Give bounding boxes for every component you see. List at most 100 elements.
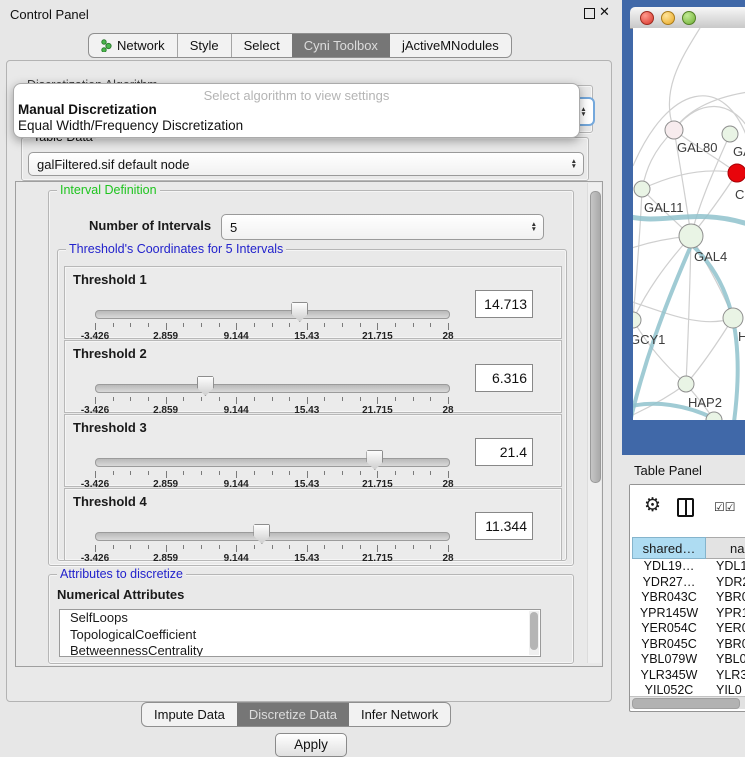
settings-scroll-viewport: Interval Definition Number of Intervals … [15, 181, 603, 667]
table-row[interactable]: YIL052CYIL0 [632, 683, 745, 697]
column-checkboxes-icon[interactable]: ☑☑ [714, 500, 736, 514]
network-edge[interactable] [633, 189, 642, 320]
cell-name[interactable]: YBL0 [706, 652, 745, 668]
table-row[interactable]: YLR345WYLR3 [632, 668, 745, 684]
tab-label: Impute Data [154, 707, 225, 722]
attributes-list-scrollbar[interactable] [529, 611, 539, 655]
cell-shared-name[interactable]: YBR043C [632, 590, 706, 606]
cell-shared-name[interactable]: YLR345W [632, 668, 706, 684]
threshold-slider-track[interactable] [95, 310, 450, 319]
table-row[interactable]: YBR043CYBR0 [632, 590, 745, 606]
network-node-gal4[interactable] [679, 224, 703, 248]
cell-shared-name[interactable]: YDL19… [632, 559, 706, 575]
threshold-value-field[interactable] [475, 364, 533, 392]
table-row[interactable]: YER054CYER0 [632, 621, 745, 637]
threshold-label: Threshold 3 [73, 420, 147, 435]
network-node-c[interactable] [728, 164, 745, 182]
cell-shared-name[interactable]: YBL079W [632, 652, 706, 668]
cell-name[interactable]: YDL1 [706, 559, 745, 575]
cell-name[interactable]: YER0 [706, 621, 745, 637]
network-edge[interactable] [686, 318, 733, 384]
network-icon [101, 39, 112, 52]
threshold-slider-thumb[interactable] [291, 302, 308, 322]
tab-impute-data[interactable]: Impute Data [142, 703, 237, 726]
panel-title: Control Panel [10, 7, 89, 22]
network-node-label: GAL80 [677, 140, 717, 155]
network-edge[interactable] [633, 384, 686, 418]
close-traffic-light[interactable] [640, 11, 654, 25]
network-node-gal11[interactable] [634, 181, 650, 197]
table-row[interactable]: YBR045CYBR0 [632, 637, 745, 653]
cell-name[interactable]: YBR0 [706, 637, 745, 653]
attributes-list[interactable]: SelfLoopsTopologicalCoefficientBetweenne… [59, 609, 541, 657]
minimize-traffic-light[interactable] [661, 11, 675, 25]
network-node-ga[interactable] [722, 126, 738, 142]
network-node-label: GAL4 [694, 249, 727, 264]
cell-shared-name[interactable]: YIL052C [632, 683, 706, 697]
table-row[interactable]: YPR145WYPR1 [632, 606, 745, 622]
column-header-name[interactable]: na [706, 537, 745, 559]
threshold-slider-track[interactable] [95, 532, 450, 541]
close-icon[interactable]: ✕ [599, 4, 610, 20]
network-node-gal80[interactable] [665, 121, 683, 139]
threshold-slider-thumb[interactable] [253, 524, 270, 544]
threshold-value-field[interactable] [475, 512, 533, 540]
stepper-arrows-icon: ▲▼ [531, 222, 537, 232]
network-node-gcy1[interactable] [633, 312, 641, 328]
tab-cyni-toolbox[interactable]: Cyni Toolbox [292, 34, 390, 57]
network-edge[interactable] [633, 236, 691, 320]
threshold-slider-thumb[interactable] [366, 450, 383, 470]
attribute-list-item[interactable]: SelfLoops [60, 610, 540, 627]
network-edge[interactable] [669, 28, 700, 130]
cell-name[interactable]: YIL0 [706, 683, 745, 697]
tab-network[interactable]: Network [89, 34, 177, 57]
zoom-traffic-light[interactable] [682, 11, 696, 25]
network-canvas[interactable]: GAL80GACGAL11GAL4HGCY1HAP2 [633, 28, 745, 420]
cell-name[interactable]: YLR3 [706, 668, 745, 684]
split-columns-icon[interactable] [677, 498, 694, 517]
viewport-scrollbar[interactable] [587, 183, 601, 663]
cell-shared-name[interactable]: YER054C [632, 621, 706, 637]
cell-name[interactable]: YDR2 [706, 575, 745, 591]
network-node-hap2[interactable] [678, 376, 694, 392]
threshold-slider-track[interactable] [95, 458, 450, 467]
num-intervals-combo[interactable]: 5 ▲▼ [221, 214, 544, 240]
tab-discretize-data[interactable]: Discretize Data [237, 703, 349, 726]
network-edge[interactable] [674, 92, 745, 130]
cell-shared-name[interactable]: YPR145W [632, 606, 706, 622]
cell-name[interactable]: YBR0 [706, 590, 745, 606]
network-node[interactable] [706, 412, 722, 420]
slider-tick-label: 9.144 [224, 553, 249, 564]
settings-gear-icon[interactable]: ⚙ [644, 496, 661, 516]
cell-shared-name[interactable]: YDR27… [632, 575, 706, 591]
float-window-icon[interactable] [584, 8, 595, 19]
dropdown-option[interactable]: Manual Discretization [18, 102, 157, 117]
apply-button[interactable]: Apply [275, 733, 347, 757]
table-row[interactable]: YBL079WYBL0 [632, 652, 745, 668]
cell-shared-name[interactable]: YBR045C [632, 637, 706, 653]
threshold-slider-thumb[interactable] [197, 376, 214, 396]
viewport-scrollbar-thumb[interactable] [590, 191, 601, 483]
table-row[interactable]: YDL19…YDL1 [632, 559, 745, 575]
table-row[interactable]: YDR27…YDR2 [632, 575, 745, 591]
network-edge[interactable] [642, 171, 737, 189]
threshold-value-field[interactable] [475, 438, 533, 466]
cell-name[interactable]: YPR1 [706, 606, 745, 622]
table-hscroll-thumb[interactable] [632, 698, 740, 709]
column-header-shared-name[interactable]: shared… [632, 537, 706, 559]
threshold-slider-track[interactable] [95, 384, 450, 393]
tab-style[interactable]: Style [177, 34, 231, 57]
attribute-list-item[interactable]: BetweennessCentrality [60, 643, 540, 657]
threshold-value-field[interactable] [475, 290, 533, 318]
tab-jactivemnodules[interactable]: jActiveMNodules [390, 34, 511, 57]
network-edge[interactable] [633, 300, 733, 322]
dropdown-option[interactable]: Equal Width/Frequency Discretization [18, 118, 243, 133]
network-node-h[interactable] [723, 308, 743, 328]
table-data-combo[interactable]: galFiltered.sif default node ▲▼ [28, 152, 584, 176]
tab-select[interactable]: Select [231, 34, 292, 57]
num-intervals-label: Number of Intervals [89, 218, 211, 233]
attribute-list-item[interactable]: TopologicalCoefficient [60, 627, 540, 644]
tab-infer-network[interactable]: Infer Network [349, 703, 450, 726]
table-horizontal-scrollbar[interactable] [630, 696, 745, 709]
network-window-titlebar[interactable] [630, 7, 745, 29]
